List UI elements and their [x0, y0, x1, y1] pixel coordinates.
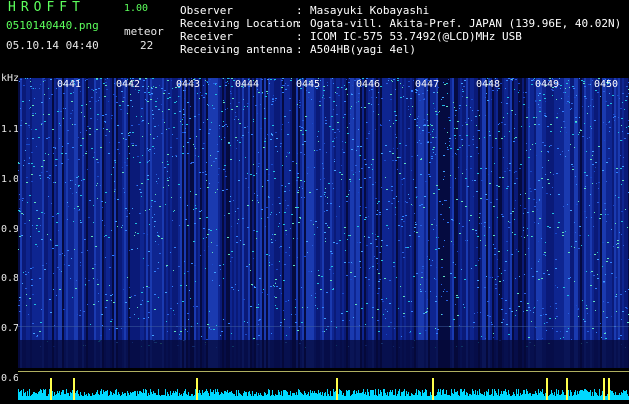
info-label: Observer	[180, 4, 233, 17]
time-tick-label: 0446	[356, 79, 381, 90]
time-tick-label: 0445	[296, 79, 321, 90]
info-separator: :	[296, 30, 303, 43]
info-label: Receiving Location	[180, 17, 300, 30]
info-row-antenna: Receiving antenna : A504HB(yagi 4el)	[180, 43, 621, 56]
info-row-location: Receiving Location : Ogata-vill. Akita-P…	[180, 17, 621, 30]
info-value: Ogata-vill. Akita-Pref. JAPAN (139.96E, …	[310, 17, 622, 30]
y-tick-label: 1.0	[1, 174, 20, 185]
hrofft-window: HROFFT 1.00 0510140440.png 05.10.14 04:4…	[0, 0, 629, 400]
info-value: A504HB(yagi 4el)	[310, 43, 416, 56]
image-filename: 0510140440.png	[6, 19, 99, 32]
info-separator: :	[296, 17, 303, 30]
time-tick-label: 0441	[57, 79, 82, 90]
time-tick-label: 0444	[235, 79, 260, 90]
time-tick-label: 0443	[176, 79, 201, 90]
app-title: HROFFT	[8, 0, 85, 15]
meteor-count: 22	[140, 39, 154, 52]
signal-level-canvas	[18, 378, 629, 400]
capture-datetime: 05.10.14 04:40	[6, 39, 99, 52]
y-tick-label: 0.8	[1, 273, 20, 284]
station-info: Observer : Masayuki Kobayashi Receiving …	[180, 4, 621, 56]
app-version: 1.00	[124, 3, 149, 14]
info-row-receiver: Receiver : ICOM IC-575 53.7492(@LCD)MHz …	[180, 30, 621, 43]
info-separator: :	[296, 43, 303, 56]
frequency-unit-label: kHz	[1, 73, 20, 84]
signal-level-strip	[18, 368, 629, 400]
info-label: Receiver	[180, 30, 233, 43]
y-tick-label: 0.6	[1, 373, 20, 384]
frequency-cursor-line	[18, 371, 629, 372]
info-row-observer: Observer : Masayuki Kobayashi	[180, 4, 621, 17]
info-value: Masayuki Kobayashi	[310, 4, 430, 17]
spectrogram-canvas	[18, 78, 629, 368]
info-value: ICOM IC-575 53.7492(@LCD)MHz USB	[310, 30, 522, 43]
y-tick-label: 0.7	[1, 323, 20, 334]
info-label: Receiving antenna	[180, 43, 293, 56]
time-tick-label: 0449	[535, 79, 560, 90]
spectrogram[interactable]	[18, 78, 629, 368]
y-tick-label: 0.9	[1, 224, 20, 235]
meteor-label: meteor	[124, 25, 164, 38]
time-tick-label: 0448	[476, 79, 501, 90]
y-tick-label: 1.1	[1, 124, 20, 135]
time-tick-label: 0442	[116, 79, 141, 90]
time-tick-label: 0450	[594, 79, 619, 90]
time-tick-label: 0447	[415, 79, 440, 90]
info-separator: :	[296, 4, 303, 17]
